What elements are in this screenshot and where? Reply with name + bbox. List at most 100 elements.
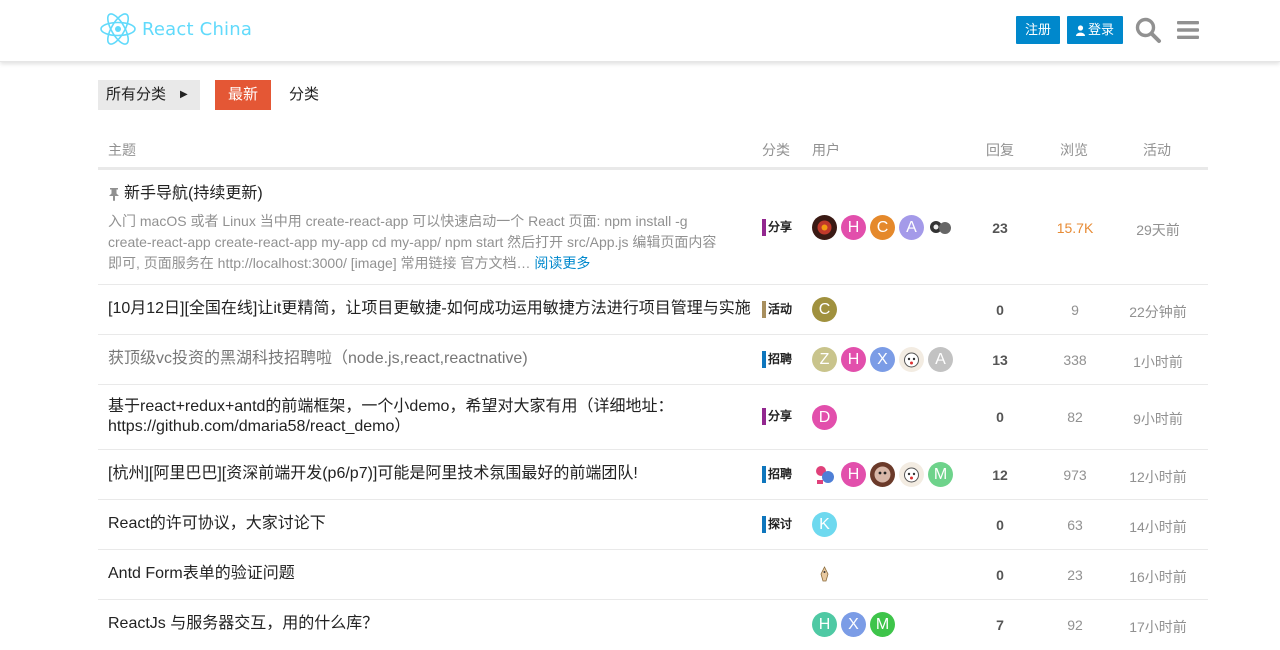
view-count: 82: [1067, 409, 1083, 425]
react-logo-icon: [100, 13, 136, 45]
poster-avatars: Z H X A: [812, 347, 953, 372]
reply-count: 23: [992, 220, 1008, 236]
tab-categories[interactable]: 分类: [276, 80, 332, 110]
topic-title-link[interactable]: Antd Form表单的验证问题: [108, 564, 295, 584]
topic-title-link[interactable]: 获顶级vc投资的黑湖科技招聘啦（node.js,react,reactnativ…: [108, 349, 528, 369]
caret-right-icon: ▶: [180, 89, 188, 100]
topic-row: ReactJs 与服务器交互，用的什么库？ H X M 7 92 17小时前: [98, 600, 1208, 650]
topic-row: [杭州][阿里巴巴][资深前端开发(p6/p7)]可能是阿里技术氛围最好的前端团…: [98, 450, 1208, 500]
avatar[interactable]: [812, 562, 837, 587]
topic-title-link[interactable]: 基于react+redux+antd的前端框架，一个小demo，希望对大家有用（…: [108, 397, 708, 437]
topic-list-header: 主题 分类 用户 回复 浏览 活动: [98, 128, 1208, 170]
view-count: 15.7K: [1056, 220, 1094, 236]
category-badge[interactable]: 招聘: [762, 466, 792, 483]
avatar[interactable]: X: [841, 612, 866, 637]
avatar[interactable]: K: [812, 512, 837, 537]
avatar[interactable]: D: [812, 405, 837, 430]
avatar[interactable]: H: [841, 462, 866, 487]
column-category[interactable]: 分类: [762, 140, 790, 160]
avatar[interactable]: [812, 215, 837, 240]
site-logo[interactable]: React China: [98, 10, 252, 48]
view-count: 23: [1067, 567, 1083, 583]
avatar[interactable]: C: [870, 215, 895, 240]
all-categories-label: 所有分类: [106, 86, 167, 103]
category-badge[interactable]: 活动: [762, 301, 792, 318]
topic-row: React的许可协议，大家讨论下 探讨 K 0 63 14小时前: [98, 500, 1208, 550]
category-badge[interactable]: 探讨: [762, 516, 792, 533]
category-badge[interactable]: 分享: [762, 219, 792, 236]
reply-count: 7: [996, 617, 1004, 633]
avatar[interactable]: Z: [812, 347, 837, 372]
column-views[interactable]: 浏览: [1060, 140, 1088, 160]
avatar[interactable]: H: [841, 215, 866, 240]
topic-row: Antd Form表单的验证问题 0 23 16小时前: [98, 550, 1208, 600]
avatar[interactable]: A: [928, 347, 953, 372]
view-count: 63: [1067, 517, 1083, 533]
avatar[interactable]: M: [870, 612, 895, 637]
topic-title-link[interactable]: React的许可协议，大家讨论下: [108, 514, 326, 534]
excerpt-text: 入门 macOS 或者 Linux 当中用 create-react-app 可…: [108, 213, 717, 271]
reply-count: 13: [992, 352, 1008, 368]
poster-avatars: [812, 562, 837, 587]
poster-avatars: H M: [812, 462, 953, 487]
topic-row: 基于react+redux+antd的前端框架，一个小demo，希望对大家有用（…: [98, 385, 1208, 450]
reply-count: 0: [996, 302, 1004, 318]
last-activity[interactable]: 29天前: [1118, 220, 1198, 240]
avatar[interactable]: A: [899, 215, 924, 240]
poster-avatars: D: [812, 405, 837, 430]
avatar[interactable]: M: [928, 462, 953, 487]
last-activity[interactable]: 17小时前: [1118, 617, 1198, 637]
last-activity[interactable]: 14小时前: [1118, 517, 1198, 537]
view-count: 973: [1063, 467, 1087, 483]
avatar[interactable]: H: [841, 347, 866, 372]
all-categories-dropdown[interactable]: 所有分类 ▶: [98, 80, 200, 110]
reply-count: 0: [996, 567, 1004, 583]
topic-row: 新手导航(持续更新) 入门 macOS 或者 Linux 当中用 create-…: [98, 173, 1208, 285]
topic-title-text: 新手导航(持续更新): [124, 185, 263, 202]
last-activity[interactable]: 22分钟前: [1118, 302, 1198, 322]
category-badge[interactable]: 招聘: [762, 351, 792, 368]
poster-avatars: K: [812, 512, 837, 537]
reply-count: 0: [996, 517, 1004, 533]
topic-list: 新手导航(持续更新) 入门 macOS 或者 Linux 当中用 create-…: [98, 173, 1208, 650]
category-badge[interactable]: 分享: [762, 408, 792, 425]
topic-title-link[interactable]: [10月12日][全国在线]让it更精简，让项目更敏捷-如何成功运用敏捷方法进行…: [108, 299, 751, 319]
avatar[interactable]: X: [870, 347, 895, 372]
signup-button[interactable]: 注册: [1016, 16, 1060, 44]
topic-title-link[interactable]: ReactJs 与服务器交互，用的什么库？: [108, 614, 378, 634]
view-count: 92: [1067, 617, 1083, 633]
topic-excerpt: 入门 macOS 或者 Linux 当中用 create-react-app 可…: [108, 211, 728, 274]
search-icon[interactable]: [1134, 16, 1162, 44]
avatar[interactable]: H: [812, 612, 837, 637]
login-button[interactable]: 登录: [1067, 16, 1123, 44]
view-count: 338: [1063, 352, 1087, 368]
user-icon: [1076, 24, 1085, 36]
view-count: 9: [1071, 302, 1079, 318]
last-activity[interactable]: 1小时前: [1118, 352, 1198, 372]
poster-avatars: H X M: [812, 612, 895, 637]
topic-title-link[interactable]: 新手导航(持续更新): [108, 184, 263, 204]
avatar[interactable]: [812, 462, 837, 487]
pin-icon: [109, 188, 119, 201]
read-more-link[interactable]: 阅读更多: [534, 255, 590, 271]
tab-latest[interactable]: 最新: [215, 80, 272, 110]
column-users[interactable]: 用户: [812, 140, 840, 160]
last-activity[interactable]: 12小时前: [1118, 467, 1198, 487]
last-activity[interactable]: 9小时前: [1118, 409, 1198, 429]
avatar[interactable]: [899, 347, 924, 372]
column-replies[interactable]: 回复: [986, 140, 1014, 160]
column-activity[interactable]: 活动: [1143, 140, 1171, 160]
reply-count: 12: [992, 467, 1008, 483]
avatar[interactable]: [928, 215, 953, 240]
topic-row: [10月12日][全国在线]让it更精简，让项目更敏捷-如何成功运用敏捷方法进行…: [98, 285, 1208, 335]
hamburger-menu-icon[interactable]: [1174, 16, 1202, 44]
avatar[interactable]: [870, 462, 895, 487]
avatar[interactable]: [899, 462, 924, 487]
avatar[interactable]: C: [812, 297, 837, 322]
topic-title-link[interactable]: [杭州][阿里巴巴][资深前端开发(p6/p7)]可能是阿里技术氛围最好的前端团…: [108, 464, 638, 484]
last-activity[interactable]: 16小时前: [1118, 567, 1198, 587]
site-name: React China: [142, 18, 253, 40]
poster-avatars: H C A: [812, 215, 953, 240]
topic-navigation: 所有分类 ▶ 最新 分类: [98, 80, 332, 110]
column-topic[interactable]: 主题: [108, 140, 136, 160]
